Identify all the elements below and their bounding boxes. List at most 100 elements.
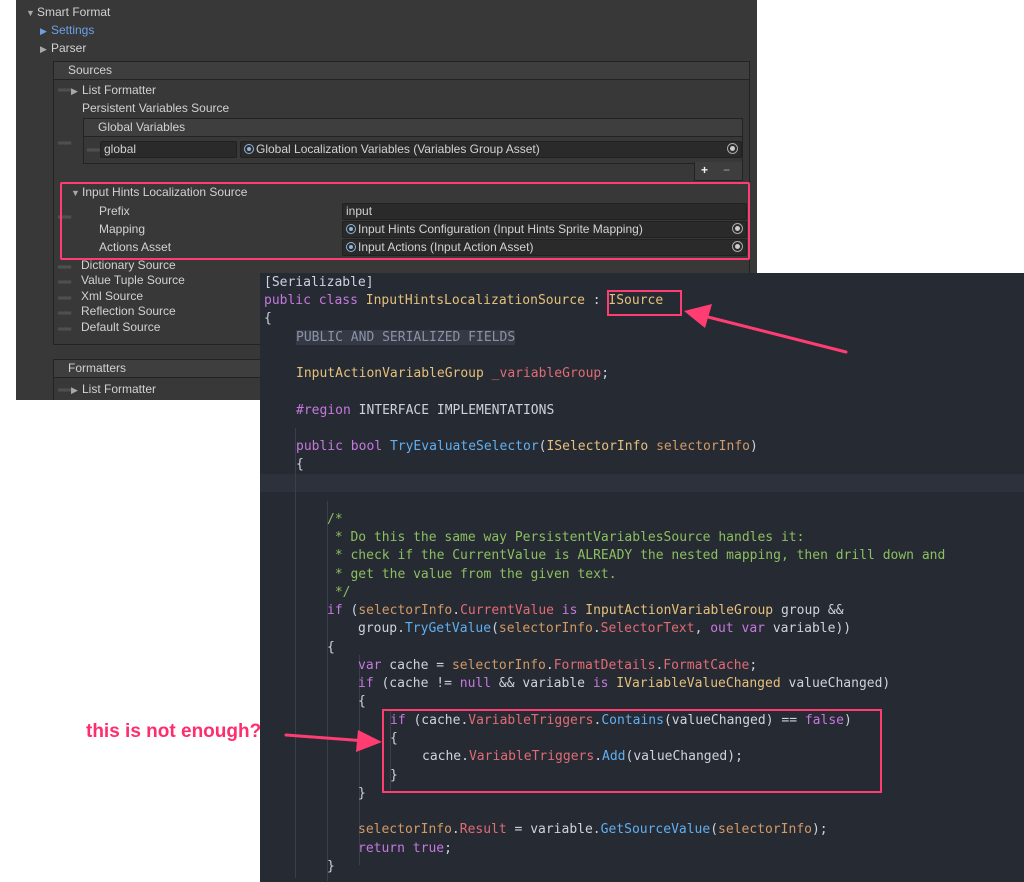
parser-foldout[interactable]: ▶ Parser bbox=[40, 40, 86, 57]
code-line-7: public bool TryEvaluateSelector(ISelecto… bbox=[296, 438, 758, 456]
keyword: #region bbox=[296, 403, 351, 418]
chevron-right-icon: ▶ bbox=[40, 26, 47, 36]
code-text: group && bbox=[773, 603, 844, 618]
param-name: selectorInfo bbox=[358, 603, 453, 618]
type-name: ISelectorInfo bbox=[546, 439, 649, 454]
drag-handle-icon[interactable]: ══ bbox=[58, 324, 71, 335]
keyword: true bbox=[412, 841, 445, 856]
code-text: = variable. bbox=[506, 822, 601, 837]
drag-handle-icon[interactable]: ══ bbox=[58, 277, 71, 288]
brace: } bbox=[327, 859, 335, 874]
code-text: group. bbox=[358, 621, 405, 636]
drag-handle-icon[interactable]: ══ bbox=[58, 385, 71, 396]
comment-line: * Do this the same way PersistentVariabl… bbox=[327, 530, 805, 545]
code-text: (cache != bbox=[373, 676, 460, 691]
global-value-text: Global Localization Variables (Variables… bbox=[256, 142, 540, 156]
comment-line: */ bbox=[327, 585, 351, 600]
keyword: var bbox=[358, 658, 382, 673]
input-hints-highlight-box bbox=[60, 182, 750, 260]
chevron-right-icon: ▶ bbox=[40, 44, 47, 54]
add-item-button[interactable]: + bbox=[701, 163, 708, 177]
smart-format-foldout[interactable]: ▼ Smart Format bbox=[26, 4, 110, 21]
drag-handle-icon[interactable]: ══ bbox=[58, 85, 71, 96]
punct: ) bbox=[749, 439, 758, 454]
param-name: selectorInfo bbox=[718, 822, 812, 837]
code-line-5: InputActionVariableGroup _variableGroup; bbox=[296, 365, 609, 383]
settings-label: Settings bbox=[51, 23, 95, 37]
current-line-highlight bbox=[260, 474, 1024, 492]
keyword: if bbox=[327, 603, 343, 618]
comment-line: /* bbox=[327, 512, 343, 527]
drag-handle-icon[interactable]: ══ bbox=[58, 293, 71, 304]
global-variables-title: Global Variables bbox=[98, 120, 186, 134]
param-name: selectorInfo bbox=[498, 621, 593, 636]
drag-handle-icon[interactable]: ══ bbox=[58, 308, 71, 319]
chevron-right-icon: ▶ bbox=[71, 86, 78, 96]
code-text: cache = bbox=[381, 658, 452, 673]
method-name: TryGetValue bbox=[404, 621, 492, 636]
keyword: out bbox=[710, 621, 734, 636]
param-name: selectorInfo bbox=[656, 439, 750, 454]
global-variables-header: Global Variables bbox=[84, 119, 742, 137]
value-tuple-source-item[interactable]: Value Tuple Source bbox=[81, 272, 185, 289]
property-name: FormatCache bbox=[663, 658, 750, 673]
global-key-field[interactable]: global bbox=[100, 141, 237, 158]
default-source-item[interactable]: Default Source bbox=[81, 319, 160, 336]
chevron-down-icon: ▼ bbox=[26, 8, 35, 18]
remove-item-button[interactable]: − bbox=[723, 163, 730, 177]
method-name: TryEvaluateSelector bbox=[389, 439, 539, 454]
formatters-list-formatter-label: List Formatter bbox=[82, 382, 157, 396]
punct: ; bbox=[601, 366, 610, 381]
code-var-line: var cache = selectorInfo.FormatDetails.F… bbox=[358, 657, 757, 675]
keyword: public bbox=[296, 439, 343, 454]
drag-handle-icon[interactable]: ══ bbox=[58, 262, 71, 273]
code-if-line-2: group.TryGetValue(selectorInfo.SelectorT… bbox=[358, 620, 851, 638]
drag-handle-icon[interactable]: ══ bbox=[58, 138, 71, 149]
comment-line: * get the value from the given text. bbox=[327, 567, 617, 582]
asset-icon bbox=[244, 144, 254, 154]
punct: . bbox=[451, 822, 460, 837]
field-name: _variableGroup bbox=[491, 366, 602, 381]
param-name: selectorInfo bbox=[451, 658, 546, 673]
punct: ; bbox=[444, 841, 452, 856]
sources-header: Sources bbox=[54, 62, 749, 80]
contains-check-highlight-box bbox=[382, 709, 882, 793]
brace: { bbox=[358, 694, 366, 709]
keyword: is bbox=[553, 603, 586, 618]
punct: , bbox=[694, 621, 711, 636]
brace: } bbox=[358, 786, 366, 801]
code-if-line-3: if (cache != null && variable is IVariab… bbox=[358, 675, 890, 693]
chevron-right-icon: ▶ bbox=[71, 385, 78, 395]
global-value-object-field[interactable]: Global Localization Variables (Variables… bbox=[240, 141, 742, 158]
class-name: InputHintsLocalizationSource bbox=[365, 293, 585, 308]
keyword: if bbox=[358, 676, 374, 691]
code-line-1: [Serializable] bbox=[264, 275, 374, 290]
collapsed-region[interactable]: PUBLIC AND SERIALIZED FIELDS bbox=[296, 330, 516, 345]
keyword: null bbox=[459, 676, 492, 691]
punct: ( bbox=[342, 603, 359, 618]
settings-foldout[interactable]: ▶ Settings bbox=[40, 22, 94, 39]
code-result-line: selectorInfo.Result = variable.GetSource… bbox=[358, 821, 828, 839]
code-line-3: { bbox=[264, 311, 272, 326]
code-line-6: #region INTERFACE IMPLEMENTATIONS bbox=[296, 402, 554, 420]
annotation-note: this is not enough? bbox=[86, 721, 262, 742]
formatters-list-formatter-item[interactable]: ▶ List Formatter bbox=[71, 381, 156, 398]
list-formatter-label: List Formatter bbox=[82, 83, 157, 97]
punct: . bbox=[592, 621, 601, 636]
keyword: return bbox=[358, 841, 405, 856]
punct: ); bbox=[811, 822, 828, 837]
punct: . bbox=[545, 658, 554, 673]
punct: . bbox=[452, 603, 461, 618]
code-text: valueChanged) bbox=[780, 676, 891, 691]
reflection-source-item[interactable]: Reflection Source bbox=[81, 303, 176, 320]
code-editor[interactable]: [Serializable] public class InputHintsLo… bbox=[260, 273, 1024, 882]
code-line-4: PUBLIC AND SERIALIZED FIELDS bbox=[296, 329, 516, 347]
object-picker-icon[interactable] bbox=[727, 143, 738, 154]
keyword: public bbox=[264, 293, 311, 308]
keyword: bool bbox=[350, 439, 383, 454]
list-formatter-item[interactable]: ▶ List Formatter bbox=[71, 82, 156, 99]
indent-guide bbox=[295, 428, 296, 878]
keyword: var bbox=[741, 621, 766, 636]
smart-format-label: Smart Format bbox=[37, 5, 111, 19]
drag-handle-icon[interactable]: ══ bbox=[87, 145, 100, 156]
